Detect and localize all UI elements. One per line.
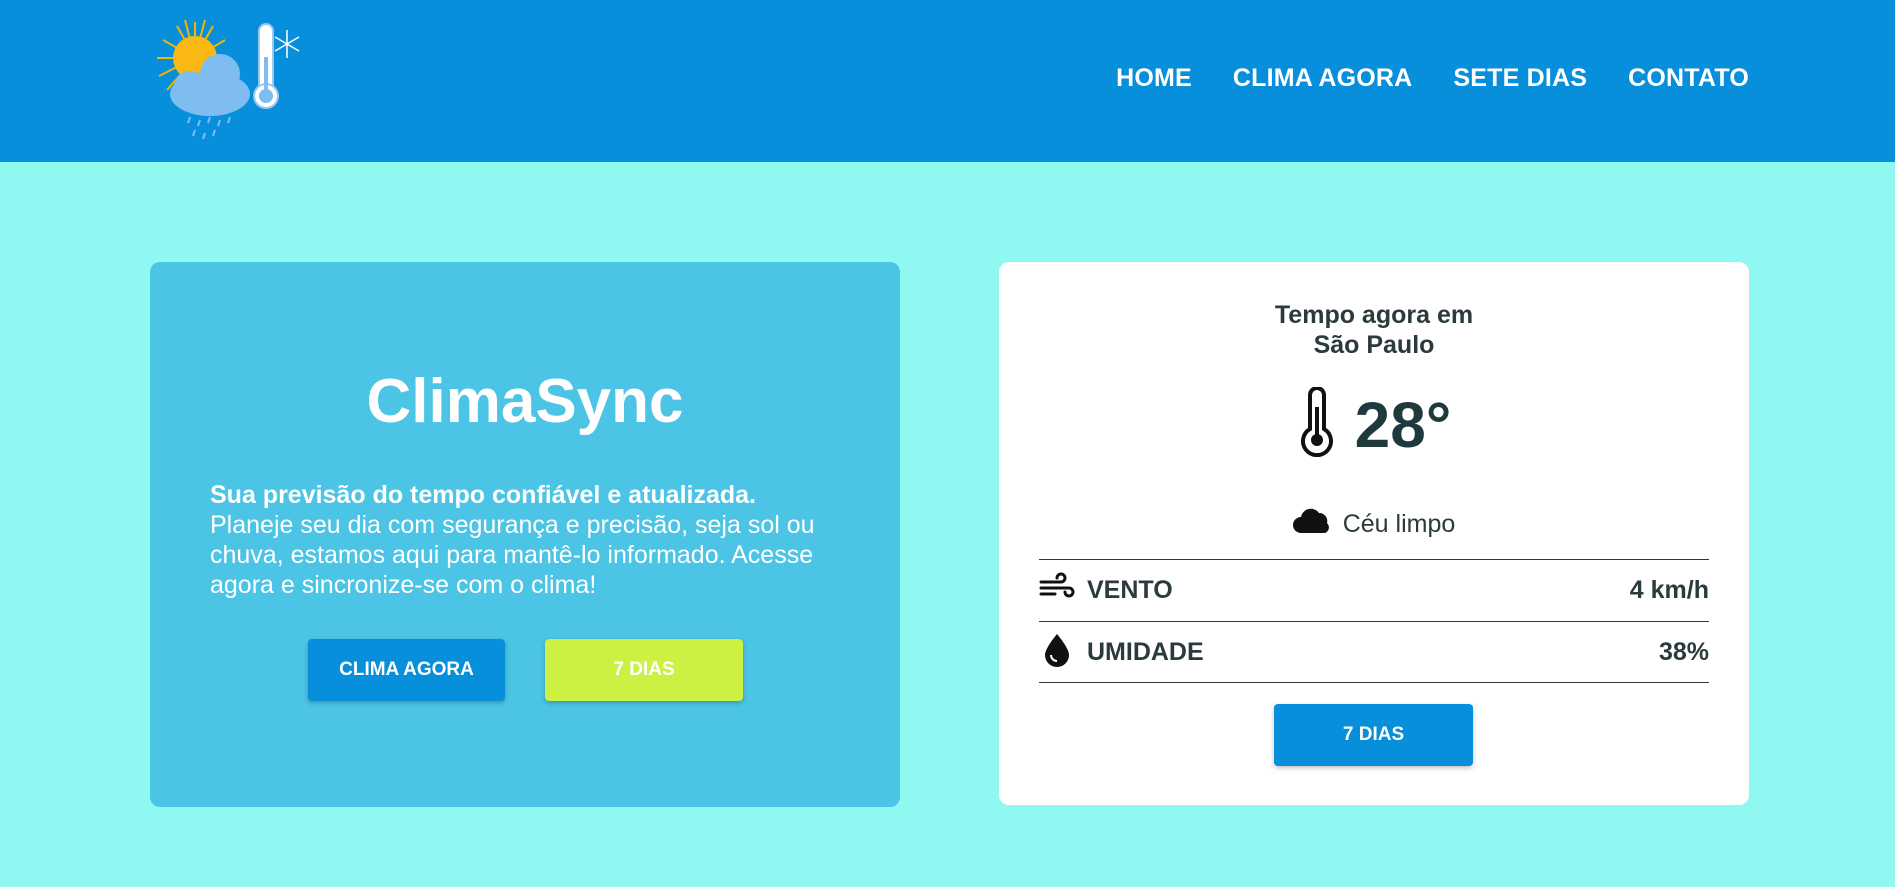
hero-lead: Sua previsão do tempo confiável e atuali…	[210, 481, 756, 509]
nav-home[interactable]: HOME	[1116, 64, 1192, 93]
hero-title: ClimaSync	[366, 367, 684, 436]
hero-description: Sua previsão do tempo confiável e atuali…	[210, 480, 850, 600]
temperature-value: 28°	[1354, 388, 1452, 461]
humidity-label: UMIDADE	[1087, 637, 1204, 666]
weather-location-title: Tempo agora em São Paulo	[999, 300, 1749, 360]
cloud-icon	[1292, 507, 1333, 542]
nav-contato[interactable]: CONTATO	[1628, 64, 1749, 93]
hero-body: Planeje seu dia com segurança e precisão…	[210, 511, 815, 599]
nav-sete-dias[interactable]: SETE DIAS	[1453, 64, 1587, 93]
weather-title-line: Tempo agora em	[1274, 301, 1474, 329]
weather-now-card: Tempo agora em São Paulo 28° Céu limpo V…	[999, 262, 1749, 805]
clima-agora-button[interactable]: CLIMA AGORA	[308, 639, 505, 701]
sete-dias-button[interactable]: 7 DIAS	[545, 639, 743, 701]
droplet-icon	[1039, 631, 1075, 674]
weather-logo-icon[interactable]	[145, 12, 305, 147]
sky-condition-label: Céu limpo	[1342, 510, 1456, 538]
site-header: HOME CLIMA AGORA SETE DIAS CONTATO	[0, 0, 1895, 162]
nav-clima-agora[interactable]: CLIMA AGORA	[1233, 64, 1413, 93]
wind-row: VENTO 4 km/h	[1039, 559, 1709, 621]
sky-condition: Céu limpo	[999, 507, 1749, 542]
humidity-row: UMIDADE 38%	[1039, 621, 1709, 683]
hero-panel: ClimaSync Sua previsão do tempo confiáve…	[150, 262, 900, 807]
main-nav: HOME CLIMA AGORA SETE DIAS CONTATO	[1116, 64, 1749, 93]
humidity-value: 38%	[1658, 637, 1709, 666]
wind-icon	[1039, 572, 1075, 609]
weather-city: São Paulo	[1313, 331, 1435, 359]
temperature-row: 28°	[999, 386, 1749, 462]
card-sete-dias-button[interactable]: 7 DIAS	[1274, 704, 1473, 766]
wind-value: 4 km/h	[1629, 576, 1709, 604]
wind-label: VENTO	[1087, 576, 1173, 604]
thermometer-icon	[1297, 386, 1337, 462]
